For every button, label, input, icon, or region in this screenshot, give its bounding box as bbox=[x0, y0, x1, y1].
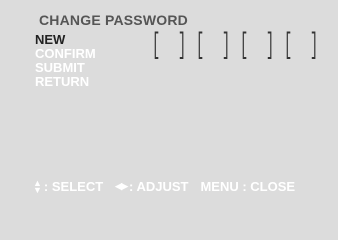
password-digit-slot-3[interactable]: [] bbox=[235, 31, 279, 61]
menu-item-new[interactable]: NEW bbox=[35, 33, 96, 47]
menu-item-submit[interactable]: SUBMIT bbox=[35, 61, 96, 75]
menu-item-return[interactable]: RETURN bbox=[35, 75, 96, 89]
page-title: CHANGE PASSWORD bbox=[39, 12, 188, 28]
menu-item-confirm[interactable]: CONFIRM bbox=[35, 47, 96, 61]
left-right-arrows-icon: ◀ ▶ bbox=[115, 181, 128, 191]
password-digit-slot-1[interactable]: [] bbox=[147, 31, 191, 61]
footer-hints: ▲ ▼ : SELECT ◀ ▶ : ADJUST MENU : CLOSE bbox=[33, 177, 296, 195]
close-hint: MENU : CLOSE bbox=[200, 179, 296, 194]
password-digit-slot-2[interactable]: [] bbox=[191, 31, 235, 61]
select-hint: : SELECT bbox=[43, 179, 104, 194]
adjust-hint: : ADJUST bbox=[129, 179, 189, 194]
password-code-field[interactable]: [] [] [] [] bbox=[147, 31, 323, 61]
password-digit-slot-4[interactable]: [] bbox=[279, 31, 323, 61]
password-menu: NEW CONFIRM SUBMIT RETURN bbox=[35, 33, 96, 89]
up-down-arrows-icon: ▲ ▼ bbox=[33, 177, 42, 195]
